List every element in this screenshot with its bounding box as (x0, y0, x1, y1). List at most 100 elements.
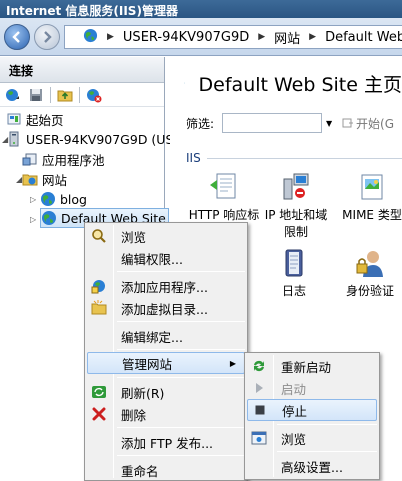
back-button[interactable] (4, 24, 30, 50)
menu-item-add-virtual-directory[interactable]: 添加虚拟目录... (87, 297, 245, 319)
menu-item-edit-bindings[interactable]: 编辑绑定... (87, 325, 245, 347)
menu-item-restart[interactable]: 重新启动 (247, 355, 377, 377)
toolbar-divider (79, 86, 80, 103)
menu-item-browse-site[interactable]: 浏览 (247, 427, 377, 449)
authentication-icon (352, 245, 388, 281)
menu-item-label: 添加应用程序... (121, 279, 208, 295)
forward-button[interactable] (34, 24, 60, 50)
restart-icon (247, 355, 271, 377)
feature-label: MIME 类型 (342, 208, 402, 222)
expand-icon[interactable]: ▷ (30, 195, 36, 204)
manage-site-submenu: 重新启动 启动 停止 浏览 高级设置... (244, 352, 380, 480)
ip-restrictions-icon (278, 169, 314, 205)
feature-authentication[interactable]: 身份验证 (334, 245, 402, 300)
menu-item-label: 删除 (121, 407, 147, 423)
menu-item-label: 浏览 (121, 229, 147, 245)
tree-item-sites[interactable]: 网站 (22, 169, 67, 189)
http-headers-icon (206, 169, 242, 205)
go-button[interactable]: 开始(G (342, 115, 394, 132)
breadcrumb-server[interactable]: USER-94KV907G9D (123, 30, 249, 45)
breadcrumb-separator: ▶ (309, 32, 317, 42)
filter-label: 筛选: (186, 116, 215, 131)
feature-label: 身份验证 (345, 284, 394, 298)
menu-item-add-application[interactable]: 添加应用程序... (87, 275, 245, 297)
globe-icon (41, 210, 57, 226)
globe-icon (83, 28, 98, 47)
tree-label: 起始页 (26, 112, 64, 128)
feature-logging[interactable]: 日志 (262, 245, 326, 300)
tree-label: blog (60, 191, 87, 207)
breadcrumb-site[interactable]: Default Web Site (325, 30, 402, 45)
page-header: Default Web Site 主页 (170, 57, 402, 109)
group-label: IIS (186, 151, 201, 165)
breadcrumb-separator: ▶ (107, 32, 114, 42)
menu-item-advanced-settings[interactable]: 高级设置... (247, 455, 377, 477)
browse-icon (87, 225, 111, 247)
menu-item-rename[interactable]: 重命名 (87, 459, 245, 481)
toolbar-divider (50, 86, 51, 103)
page-title: Default Web Site 主页 (198, 73, 402, 96)
start-page-icon (6, 111, 22, 127)
menu-item-delete[interactable]: 删除 (87, 403, 245, 425)
expand-icon[interactable]: ▷ (30, 215, 36, 224)
breadcrumb[interactable]: ▶ USER-94KV907G9D ▶ 网站 ▶ Default Web Sit… (64, 25, 402, 49)
browse-site-icon (247, 427, 271, 449)
menu-divider (277, 424, 377, 425)
stop-icon (248, 399, 272, 421)
menu-divider (117, 321, 245, 322)
sites-folder-icon (22, 171, 38, 187)
disconnect-icon[interactable] (85, 86, 103, 104)
menu-item-edit-permissions[interactable]: 编辑权限... (87, 247, 245, 269)
menu-item-label: 刷新(R) (121, 385, 165, 401)
menu-item-start[interactable]: 启动 (247, 377, 377, 399)
tree-label: USER-94KV907G9D (US (26, 131, 174, 147)
menu-item-label: 添加虚拟目录... (121, 301, 208, 317)
menu-divider (117, 455, 245, 456)
tree-item-site-blog[interactable]: blog (40, 189, 87, 209)
menu-item-label: 管理网站 (122, 356, 173, 372)
feature-http-response-headers[interactable]: HTTP 响应标 (184, 169, 264, 224)
go-icon (342, 118, 354, 128)
logging-icon (276, 245, 312, 281)
add-virtual-directory-icon (87, 297, 111, 319)
tree-item-start-page[interactable]: 起始页 (6, 109, 64, 129)
save-icon[interactable] (27, 86, 45, 104)
menu-item-label: 重新启动 (281, 359, 332, 375)
connections-header: 连接 (0, 57, 164, 83)
breadcrumb-separator: ▶ (258, 32, 266, 42)
window-title-bar: Internet 信息服务(IIS)管理器 (0, 0, 402, 18)
refresh-icon (87, 381, 111, 403)
tree-item-app-pools[interactable]: 应用程序池 (22, 149, 105, 169)
tree-label: 网站 (42, 172, 68, 188)
site-globe-icon (184, 82, 185, 84)
breadcrumb-sites[interactable]: 网站 (274, 28, 300, 47)
filter-dropdown-icon[interactable]: ▼ (326, 119, 336, 128)
filter-input[interactable] (222, 113, 323, 133)
forward-arrow-icon (44, 31, 52, 43)
menu-item-browse[interactable]: 浏览 (87, 225, 245, 247)
add-application-icon (87, 275, 111, 297)
menu-item-stop[interactable]: 停止 (247, 399, 377, 421)
menu-item-label: 启动 (281, 381, 307, 397)
tree-item-server[interactable]: USER-94KV907G9D (US (6, 129, 173, 149)
menu-item-label: 编辑绑定... (121, 329, 183, 345)
feature-mime-types[interactable]: MIME 类型 (336, 169, 402, 224)
address-bar: ▶ USER-94KV907G9D ▶ 网站 ▶ Default Web Sit… (0, 18, 402, 56)
menu-item-label: 编辑权限... (121, 251, 183, 267)
connect-icon[interactable] (4, 86, 22, 104)
menu-divider (117, 271, 245, 272)
feature-label: 限制 (283, 225, 308, 239)
menu-item-refresh[interactable]: 刷新(R) (87, 381, 245, 403)
feature-ip-domain-restrictions[interactable]: IP 地址和域 限制 (260, 169, 332, 241)
menu-item-label: 浏览 (281, 431, 307, 447)
site-context-menu: 浏览 编辑权限... 添加应用程序... 添加虚拟目录... 编辑绑定... 管… (84, 222, 248, 481)
up-folder-icon[interactable] (56, 86, 74, 104)
menu-divider (117, 377, 245, 378)
menu-item-add-ftp-publishing[interactable]: 添加 FTP 发布... (87, 431, 245, 453)
delete-icon (87, 403, 111, 425)
filter-bar: 筛选: ▼ 开始(G (170, 109, 402, 137)
menu-item-manage-site[interactable]: 管理网站 ▶ (87, 352, 245, 374)
menu-item-label: 高级设置... (281, 459, 343, 475)
go-label: 开始(G (356, 116, 395, 131)
globe-icon (40, 191, 56, 207)
